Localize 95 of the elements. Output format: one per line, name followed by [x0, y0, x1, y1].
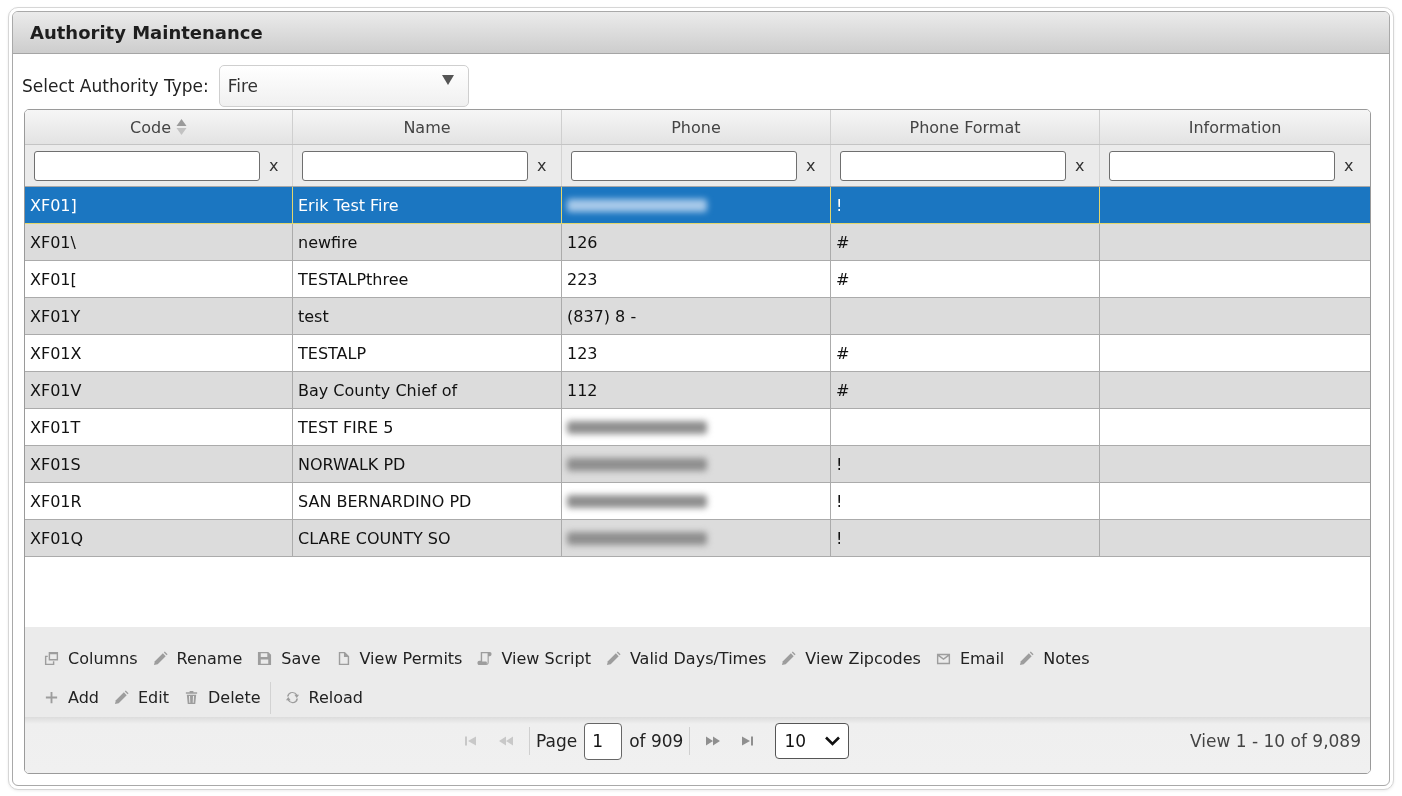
columns-icon — [44, 651, 59, 666]
table-cell: ! — [831, 520, 1100, 556]
table-row[interactable]: XF01] Erik Test Fire ! — [25, 187, 1370, 224]
field-label: Select Authority Type: — [22, 76, 209, 96]
table-cell: # — [831, 372, 1100, 408]
trash-icon — [183, 690, 199, 705]
page-input[interactable]: 1 — [584, 722, 623, 760]
toolbar-button[interactable]: Delete — [183, 688, 261, 707]
column-header[interactable]: Phone Format — [831, 110, 1100, 144]
toolbar-button[interactable]: View Zipcodes — [781, 649, 921, 668]
table-cell: 126 — [562, 224, 831, 260]
table-cell: newfire — [293, 224, 562, 260]
filter-input[interactable] — [571, 150, 797, 181]
table-cell: XF01S — [25, 446, 293, 482]
table-cell: 223 — [562, 261, 831, 297]
table-row[interactable]: XF01Q CLARE COUNTY SO ! — [25, 520, 1370, 557]
table-cell: TESTALP — [293, 335, 562, 371]
next-page-icon[interactable] — [705, 735, 722, 747]
pencil-icon — [114, 690, 129, 705]
toolbar-button[interactable]: Email — [935, 649, 1005, 668]
column-header[interactable]: Phone — [562, 110, 831, 144]
toolbar-button[interactable]: View Script — [477, 649, 591, 668]
clear-filter-button[interactable]: x — [806, 156, 816, 175]
table-cell: test — [293, 298, 562, 334]
pencil-icon — [605, 651, 621, 666]
table-cell: 123 — [562, 335, 831, 371]
table-row[interactable]: XF01Y test (837) 8 - — [25, 298, 1370, 335]
clear-filter-button[interactable]: x — [537, 156, 547, 175]
table-cell: ! — [831, 187, 1100, 223]
table-cell: CLARE COUNTY SO — [293, 520, 562, 556]
page-size-select[interactable]: 10 — [775, 723, 850, 759]
table-cell: TEST FIRE 5 — [293, 409, 562, 445]
table-cell: ! — [831, 446, 1100, 482]
table-cell: # — [831, 335, 1100, 371]
table-row[interactable]: XF01T TEST FIRE 5 — [25, 409, 1370, 446]
table-row[interactable]: XF01S NORWALK PD ! — [25, 446, 1370, 483]
panel-title: Authority Maintenance — [30, 22, 263, 43]
toolbar-button[interactable]: View Permits — [335, 649, 463, 668]
chevron-down-icon — [825, 736, 841, 746]
table-cell: NORWALK PD — [293, 446, 562, 482]
record-count: View 1 - 10 of 9,089 — [1190, 731, 1362, 751]
table-cell: TESTALPthree — [293, 261, 562, 297]
pencil-icon — [781, 651, 797, 666]
table-cell: XF01\ — [25, 224, 293, 260]
filter-input[interactable] — [840, 150, 1066, 181]
toolbar-button[interactable]: Rename — [152, 649, 243, 668]
table-cell: ! — [831, 483, 1100, 519]
table-row[interactable]: XF01V Bay County Chief of 112 # — [25, 372, 1370, 409]
clear-filter-button[interactable]: x — [269, 156, 279, 175]
pencil-icon — [1019, 651, 1035, 666]
table-cell: (837) 8 - — [562, 298, 831, 334]
plus-icon — [44, 690, 59, 705]
table-cell: XF01Q — [25, 520, 293, 556]
toolbar-button[interactable]: Notes — [1019, 649, 1090, 668]
filter-input[interactable] — [1109, 150, 1335, 181]
authority-type-select[interactable]: Fire — [218, 65, 469, 107]
column-header[interactable]: Information — [1100, 110, 1370, 144]
scroll-icon — [477, 651, 493, 666]
table-row[interactable]: XF01[ TESTALPthree 223 # — [25, 261, 1370, 298]
table-row[interactable]: XF01X TESTALP 123 # — [25, 335, 1370, 372]
table-cell: XF01R — [25, 483, 293, 519]
table-cell: XF01Y — [25, 298, 293, 334]
table-cell: # — [831, 261, 1100, 297]
table-cell: XF01V — [25, 372, 293, 408]
toolbar-button[interactable]: Add — [44, 688, 99, 707]
page-label: Page — [536, 731, 578, 751]
table-cell: SAN BERNARDINO PD — [293, 483, 562, 519]
caret-icon — [441, 75, 454, 85]
table-cell: 112 — [562, 372, 831, 408]
filter-input[interactable] — [302, 150, 528, 181]
table-cell: XF01] — [25, 187, 293, 223]
table-cell: Bay County Chief of — [293, 372, 562, 408]
table-row[interactable]: XF01R SAN BERNARDINO PD ! — [25, 483, 1370, 520]
filter-input[interactable] — [34, 150, 260, 181]
toolbar-button[interactable]: Reload — [284, 688, 363, 707]
clear-filter-button[interactable]: x — [1344, 156, 1354, 175]
table-cell: Erik Test Fire — [293, 187, 562, 223]
sort-icon — [176, 118, 187, 136]
table-row[interactable]: XF01\ newfire 126 # — [25, 224, 1370, 261]
refresh-icon — [284, 690, 300, 705]
pencil-icon — [152, 651, 168, 666]
table-cell: XF01X — [25, 335, 293, 371]
toolbar-button[interactable]: Valid Days/Times — [605, 649, 767, 668]
toolbar-button[interactable]: Save — [257, 649, 321, 668]
page-count: of 909 — [629, 731, 684, 751]
toolbar-button[interactable]: Edit — [114, 688, 169, 707]
table-cell: XF01[ — [25, 261, 293, 297]
toolbar-button[interactable]: Columns — [44, 649, 138, 668]
table-cell: # — [831, 224, 1100, 260]
table-cell: XF01T — [25, 409, 293, 445]
last-page-icon[interactable] — [739, 735, 756, 747]
column-header[interactable]: Name — [293, 110, 562, 144]
column-header[interactable]: Code — [25, 110, 293, 144]
envelope-icon — [935, 651, 951, 666]
clear-filter-button[interactable]: x — [1075, 156, 1085, 175]
